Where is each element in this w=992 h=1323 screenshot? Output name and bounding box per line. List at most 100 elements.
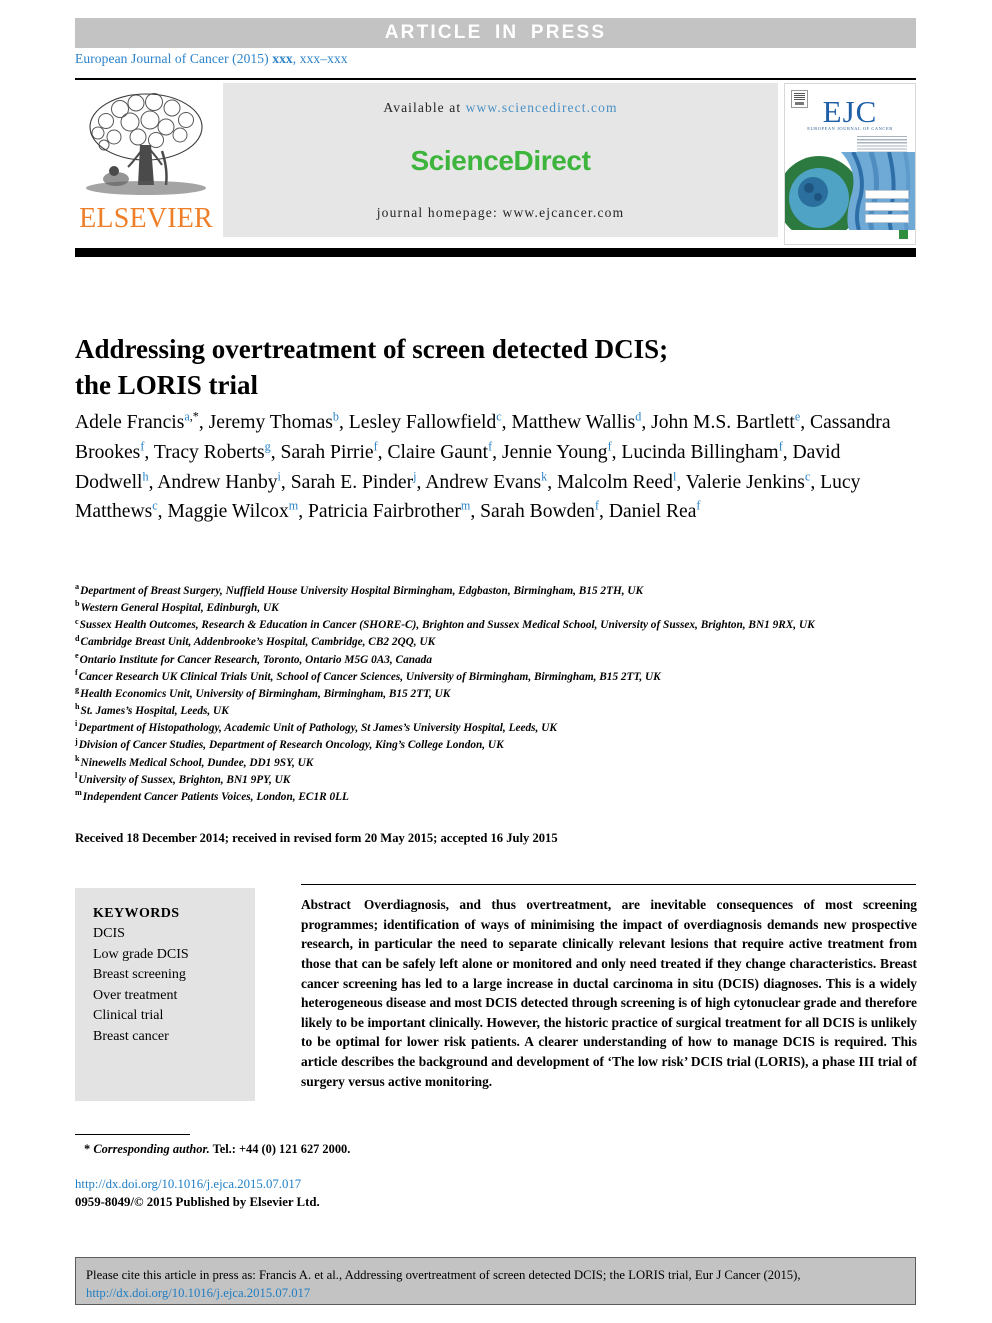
author-name[interactable]: Malcolm Reed bbox=[557, 472, 673, 493]
author-affiliation-marker[interactable]: g bbox=[265, 439, 271, 453]
author-name[interactable]: Sarah Pirrie bbox=[281, 442, 374, 463]
elsevier-logo: ELSEVIER bbox=[75, 83, 217, 245]
article-title-line-2: the LORIS trial bbox=[75, 369, 259, 400]
affiliation-text: Independent Cancer Patients Voices, Lond… bbox=[82, 790, 349, 803]
author-affiliation-marker[interactable]: f bbox=[696, 499, 700, 513]
keyword-item[interactable]: DCIS bbox=[93, 924, 255, 944]
doi-link[interactable]: http://dx.doi.org/10.1016/j.ejca.2015.07… bbox=[75, 1177, 301, 1192]
keywords-box: KEYWORDS DCIS Low grade DCIS Breast screen… bbox=[75, 888, 255, 1101]
keyword-item[interactable]: Breast cancer bbox=[93, 1027, 255, 1047]
keyword-item[interactable]: Breast screening bbox=[93, 965, 255, 985]
affiliation-text: Western General Hospital, Edinburgh, UK bbox=[80, 602, 279, 615]
affiliation-entry: aDepartment of Breast Surgery, Nuffield … bbox=[75, 583, 920, 600]
author-affiliation-marker[interactable]: f bbox=[595, 499, 599, 513]
affiliation-marker: m bbox=[75, 788, 82, 798]
affiliation-entry: mIndependent Cancer Patients Voices, Lon… bbox=[75, 789, 920, 806]
author-affiliation-marker[interactable]: c bbox=[805, 469, 810, 483]
author-affiliation-marker[interactable]: c bbox=[496, 409, 501, 423]
author-affiliation-marker[interactable]: l bbox=[673, 469, 676, 483]
author-name[interactable]: Matthew Wallis bbox=[511, 412, 635, 433]
author-name[interactable]: Andrew Hanby bbox=[157, 472, 277, 493]
author-name[interactable]: Lucinda Billingham bbox=[621, 442, 778, 463]
affiliation-marker: j bbox=[75, 736, 78, 746]
cover-logo-1 bbox=[865, 190, 909, 199]
ejc-cover-title: EJC bbox=[822, 94, 878, 129]
author-affiliation-marker[interactable]: d bbox=[635, 409, 641, 423]
citation-text: Please cite this article in press as: Fr… bbox=[86, 1268, 801, 1282]
keyword-item[interactable]: Low grade DCIS bbox=[93, 945, 255, 965]
affiliation-marker: k bbox=[75, 753, 80, 763]
cite-this-article-box: Please cite this article in press as: Fr… bbox=[75, 1257, 916, 1305]
author-name[interactable]: Sarah E. Pinder bbox=[291, 472, 413, 493]
cover-green-square-icon bbox=[899, 230, 908, 239]
affiliation-entry: gHealth Economics Unit, University of Bi… bbox=[75, 686, 920, 703]
keyword-item-list: DCIS Low grade DCIS Breast screening Over t… bbox=[93, 924, 255, 1047]
keywords-heading: KEYWORDS bbox=[93, 906, 180, 921]
citation-doi-link[interactable]: http://dx.doi.org/10.1016/j.ejca.2015.07… bbox=[86, 1286, 310, 1300]
author-name[interactable]: Jeremy Thomas bbox=[209, 412, 333, 433]
ejc-journal-cover[interactable]: EJC EUROPEAN JOURNAL OF CANCER bbox=[784, 83, 916, 245]
affiliation-marker: i bbox=[75, 719, 78, 729]
corresponding-author-marker[interactable]: ,* bbox=[190, 409, 199, 423]
affiliation-entry: kNinewells Medical School, Dundee, DD1 9… bbox=[75, 753, 920, 772]
author-name[interactable]: John M.S. Bartlett bbox=[651, 412, 795, 433]
affiliation-text: Department of Breast Surgery, Nuffield H… bbox=[80, 585, 644, 597]
sciencedirect-logo[interactable]: ScienceDirect bbox=[223, 145, 778, 177]
author-affiliation-marker[interactable]: f bbox=[140, 439, 144, 453]
affiliation-marker: a bbox=[75, 582, 80, 592]
keyword-item[interactable]: Clinical trial bbox=[93, 1006, 255, 1026]
author-affiliation-marker[interactable]: f bbox=[488, 439, 492, 453]
author-affiliation-marker[interactable]: m bbox=[461, 499, 470, 513]
journal-reference-pages: , xxx–xxx bbox=[292, 51, 348, 66]
available-at-line: Available at www.sciencedirect.com bbox=[223, 100, 778, 116]
author-name[interactable]: Jennie Young bbox=[502, 442, 608, 463]
abstract-section: Abstract Overdiagnosis, and thus overtrea… bbox=[301, 895, 917, 1091]
elsevier-tree-icon bbox=[86, 93, 206, 195]
article-in-press-label: ARTICLE IN PRESS bbox=[384, 22, 607, 43]
author-affiliation-marker[interactable]: a,* bbox=[184, 409, 199, 423]
author-affiliation-marker[interactable]: c bbox=[152, 499, 157, 513]
affiliation-marker: f bbox=[75, 668, 78, 678]
affiliation-text: Health Economics Unit, University of Bir… bbox=[80, 687, 451, 700]
author-name[interactable]: Patricia Fairbrother bbox=[308, 501, 461, 522]
author-affiliation-marker[interactable]: h bbox=[142, 469, 148, 483]
author-affiliation-marker[interactable]: f bbox=[374, 439, 378, 453]
elsevier-wordmark: ELSEVIER bbox=[79, 203, 213, 234]
author-affiliation-marker[interactable]: k bbox=[541, 469, 547, 483]
author-name[interactable]: Claire Gaunt bbox=[387, 442, 488, 463]
author-affiliation-marker[interactable]: i bbox=[278, 469, 281, 483]
author-affiliation-marker[interactable]: e bbox=[795, 409, 800, 423]
affiliation-text: Cancer Research UK Clinical Trials Unit,… bbox=[78, 670, 661, 683]
author-name[interactable]: Valerie Jenkins bbox=[686, 472, 805, 493]
affiliation-text: Sussex Health Outcomes, Research & Educa… bbox=[79, 619, 815, 632]
author-affiliation-marker[interactable]: j bbox=[413, 469, 416, 483]
author-name[interactable]: Adele Francis bbox=[75, 412, 184, 433]
author-name[interactable]: Andrew Evans bbox=[425, 472, 541, 493]
footnote-label: Corresponding author. bbox=[93, 1142, 210, 1156]
affiliation-marker: d bbox=[75, 633, 80, 643]
affiliation-text: Ontario Institute for Cancer Research, T… bbox=[79, 653, 432, 666]
available-at-label: Available at bbox=[383, 100, 466, 115]
author-affiliation-marker[interactable]: b bbox=[333, 409, 339, 423]
issn-copyright-line: 0959-8049/© 2015 Published by Elsevier L… bbox=[75, 1195, 320, 1209]
sciencedirect-url-link[interactable]: www.sciencedirect.com bbox=[466, 100, 618, 115]
page-title: Addressing overtreatment of screen detec… bbox=[75, 332, 875, 403]
author-name[interactable]: Daniel Rea bbox=[609, 501, 697, 522]
affiliation-entry: eOntario Institute for Cancer Research, … bbox=[75, 651, 920, 669]
keyword-item[interactable]: Over treatment bbox=[93, 986, 255, 1006]
author-affiliation-marker[interactable]: m bbox=[289, 499, 298, 513]
author-name[interactable]: Sarah Bowden bbox=[480, 501, 595, 522]
author-affiliation-marker[interactable]: f bbox=[779, 439, 783, 453]
affiliation-marker: c bbox=[75, 616, 79, 626]
masthead-bottom-bar bbox=[75, 248, 916, 257]
journal-homepage-line[interactable]: journal homepage: www.ejcancer.com bbox=[223, 205, 778, 221]
affiliation-entry: cSussex Health Outcomes, Research & Educ… bbox=[75, 617, 920, 634]
author-name[interactable]: Maggie Wilcox bbox=[167, 501, 288, 522]
author-name[interactable]: Tracy Roberts bbox=[154, 442, 265, 463]
author-name[interactable]: Lesley Fallowfield bbox=[349, 412, 496, 433]
affiliation-text: Department of Histopathology, Academic U… bbox=[78, 722, 557, 735]
affiliation-entry: jDivision of Cancer Studies, Department … bbox=[75, 737, 920, 754]
affiliation-text: Division of Cancer Studies, Department o… bbox=[78, 739, 504, 752]
abstract-top-rule bbox=[301, 884, 916, 885]
author-affiliation-marker[interactable]: f bbox=[608, 439, 612, 453]
